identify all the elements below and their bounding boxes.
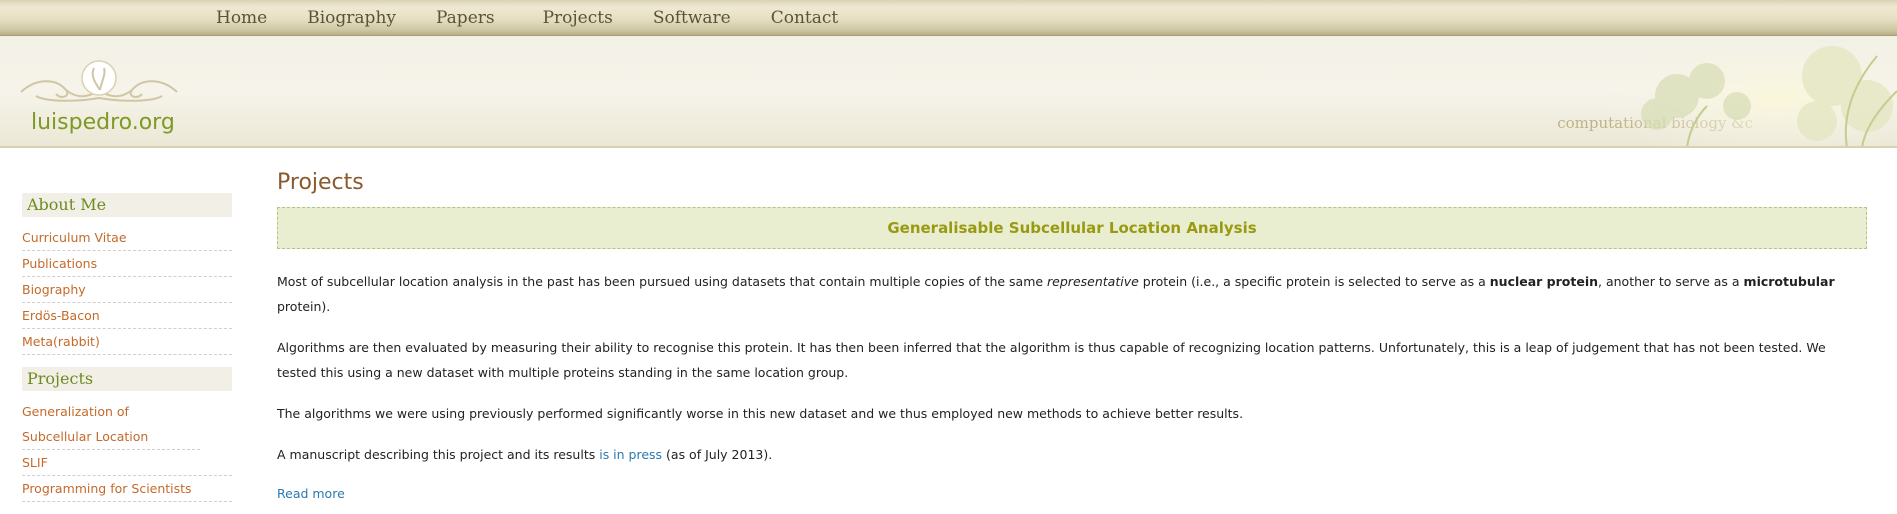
nav-contact[interactable]: Contact xyxy=(771,8,839,28)
p1-text-c: , another to serve as a xyxy=(1598,274,1744,289)
nav-home[interactable]: Home xyxy=(216,8,267,28)
p1-strong-microtubular: microtubular xyxy=(1743,274,1835,289)
nav-papers[interactable]: Papers xyxy=(436,8,495,28)
p1-text-b: protein (i.e., a specific protein is sel… xyxy=(1138,274,1490,289)
sidebar-section-title-projects: Projects xyxy=(22,367,232,391)
nav-biography[interactable]: Biography xyxy=(307,8,396,28)
sidebar-item-slif[interactable]: SLIF xyxy=(22,450,232,476)
nav-projects[interactable]: Projects xyxy=(543,8,613,28)
p4-text-b: (as of July 2013). xyxy=(662,447,773,462)
sidebar-item-programming-for-scientists[interactable]: Programming for Scientists xyxy=(22,476,232,502)
sidebar-item-publications[interactable]: Publications xyxy=(22,251,232,277)
page-title: Projects xyxy=(277,170,364,195)
sidebar-item-meta-rabbit[interactable]: Meta(rabbit) xyxy=(22,329,232,355)
sidebar-list-about-me: Curriculum Vitae Publications Biography … xyxy=(22,225,232,355)
sidebar-item-generalization[interactable]: Generalization of Subcellular Location xyxy=(22,399,200,450)
paragraph-1: Most of subcellular location analysis in… xyxy=(277,269,1867,319)
p1-strong-nuclear: nuclear protein xyxy=(1489,274,1599,289)
read-more-link[interactable]: Read more xyxy=(277,486,345,501)
sidebar-section-title-about-me: About Me xyxy=(22,193,232,217)
sidebar-item-biography[interactable]: Biography xyxy=(22,277,232,303)
nav-software[interactable]: Software xyxy=(653,8,731,28)
ornamental-swirl-icon xyxy=(20,60,178,102)
main-content: Projects Generalisable Subcellular Locat… xyxy=(277,170,1867,502)
project-title-box[interactable]: Generalisable Subcellular Location Analy… xyxy=(277,207,1867,249)
sidebar-item-curriculum-vitae[interactable]: Curriculum Vitae xyxy=(22,225,232,251)
in-press-link[interactable]: is in press xyxy=(599,447,662,462)
paragraph-3: The algorithms we were using previously … xyxy=(277,406,1244,421)
p1-text-d: protein). xyxy=(277,299,331,314)
site-name[interactable]: luispedro.org xyxy=(31,110,175,135)
paragraph-2: Algorithms are then evaluated by measuri… xyxy=(277,340,1826,380)
sidebar-list-projects: Generalization of Subcellular Location S… xyxy=(22,399,232,502)
site-header: luispedro.org computational biology &c xyxy=(0,36,1897,148)
p4-text-a: A manuscript describing this project and… xyxy=(277,447,600,462)
p1-text-a: Most of subcellular location analysis in… xyxy=(277,274,1048,289)
sidebar: About Me Curriculum Vitae Publications B… xyxy=(22,193,232,514)
p1-emphasis: representative xyxy=(1047,274,1139,289)
sidebar-item-erdos-bacon[interactable]: Erdös-Bacon xyxy=(22,303,232,329)
top-navigation-bar: Home Biography Papers Projects Software … xyxy=(0,0,1897,36)
paragraph-4: A manuscript describing this project and… xyxy=(277,442,1867,467)
foliage-decoration xyxy=(1597,36,1897,146)
main-menu: Home Biography Papers Projects Software … xyxy=(216,0,878,36)
